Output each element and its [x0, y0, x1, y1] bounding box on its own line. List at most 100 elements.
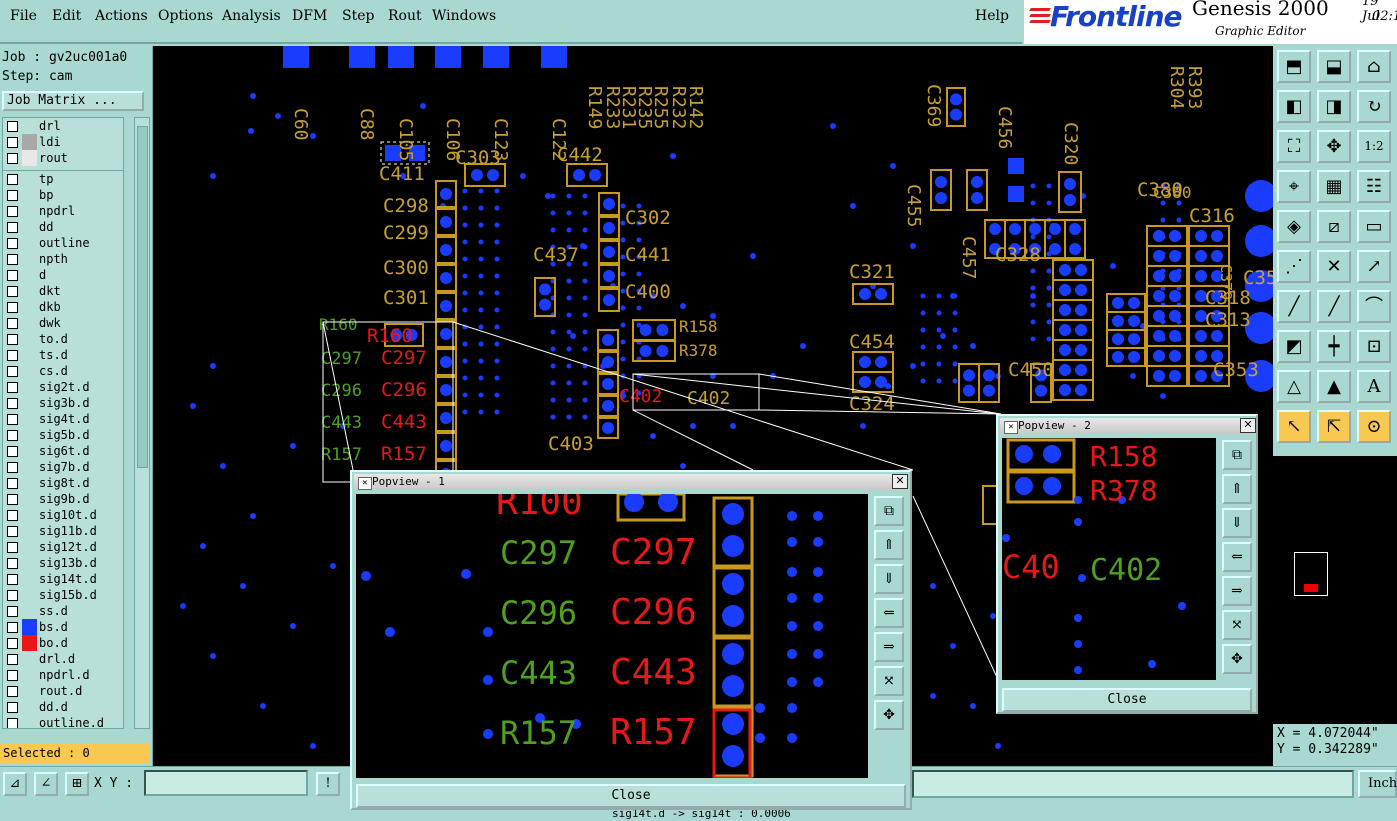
layer-checkbox[interactable] [7, 590, 18, 601]
layer-checkbox[interactable] [7, 254, 18, 265]
layer-row[interactable]: ts.d [3, 347, 123, 363]
grid-icon[interactable]: ▦ [1317, 170, 1351, 203]
layer-row[interactable]: sig2t.d [3, 379, 123, 395]
layer-row[interactable]: sig3b.d [3, 395, 123, 411]
layer-row[interactable]: dd.d [3, 699, 123, 715]
window-menu-icon[interactable]: ✕ [1004, 421, 1018, 434]
layer-row[interactable]: sig6t.d [3, 443, 123, 459]
box-icon[interactable]: ⊡ [1357, 330, 1391, 363]
layer-checkbox[interactable] [7, 382, 18, 393]
layer-color-swatch[interactable] [22, 667, 37, 683]
popview-2-titlebar[interactable]: ✕ Popview - 2 [1000, 418, 1254, 434]
layer-row[interactable]: d [3, 267, 123, 283]
slash-icon[interactable]: ⧄ [1317, 210, 1351, 243]
layer-checkbox[interactable] [7, 222, 18, 233]
layer-checkbox[interactable] [7, 558, 18, 569]
layer-row[interactable]: sig9b.d [3, 491, 123, 507]
layer-color-swatch[interactable] [22, 587, 37, 603]
zoom-center-icon[interactable]: ✥ [1222, 644, 1252, 674]
pan-left-icon[interactable]: ⇐ [874, 598, 904, 628]
popview-1-close-icon[interactable]: ✕ [892, 474, 908, 489]
layer-color-swatch[interactable] [22, 427, 37, 443]
node-icon[interactable]: ◩ [1277, 330, 1311, 363]
layer-color-swatch[interactable] [22, 683, 37, 699]
layer-row[interactable]: sig10t.d [3, 507, 123, 523]
layer-row[interactable]: sig12t.d [3, 539, 123, 555]
menu-actions[interactable]: Actions [95, 8, 148, 24]
arc-icon[interactable]: ↗ [1357, 250, 1391, 283]
triangle-a-icon[interactable]: A [1357, 370, 1391, 403]
snap-icon[interactable]: ⊿ [3, 772, 27, 796]
left-icon[interactable]: ◧ [1277, 90, 1311, 123]
layer-row[interactable]: dwk [3, 315, 123, 331]
layer-checkbox[interactable] [7, 638, 18, 649]
angle-icon[interactable]: ∠ [34, 772, 58, 796]
units-button[interactable]: Inch [1358, 770, 1397, 798]
line-red-icon[interactable]: ╱ [1277, 290, 1311, 323]
layer-color-swatch[interactable] [22, 571, 37, 587]
popview-2-pcb[interactable]: R158R378 C40 C402 [1002, 438, 1216, 680]
zoom-center-icon[interactable]: ✥ [874, 700, 904, 730]
layer-row[interactable]: outline [3, 235, 123, 251]
layer-checkbox[interactable] [7, 526, 18, 537]
curve-icon[interactable]: ⌒ [1357, 290, 1391, 323]
layer-checkbox[interactable] [7, 350, 18, 361]
layer-color-swatch[interactable] [22, 443, 37, 459]
layer-scrollbar[interactable] [134, 117, 150, 729]
layer-checkbox[interactable] [7, 334, 18, 345]
menu-file[interactable]: File [10, 8, 37, 24]
layer-color-swatch[interactable] [22, 379, 37, 395]
layer-checkbox[interactable] [7, 190, 18, 201]
pan-up-icon[interactable]: ⇑ [874, 530, 904, 560]
layer-row[interactable]: bo.d [3, 635, 123, 651]
house-icon[interactable]: ⌂ [1357, 50, 1391, 83]
layer-checkbox[interactable] [7, 670, 18, 681]
layer-color-swatch[interactable] [22, 118, 37, 134]
layer-row[interactable]: drl.d [3, 651, 123, 667]
layer-checkbox[interactable] [7, 606, 18, 617]
layer-color-swatch[interactable] [22, 619, 37, 635]
layer-row[interactable]: ss.d [3, 603, 123, 619]
message-field[interactable] [912, 770, 1354, 798]
layer-checkbox[interactable] [7, 494, 18, 505]
layer-color-swatch[interactable] [22, 411, 37, 427]
right-icon[interactable]: ◨ [1317, 90, 1351, 123]
menu-analysis[interactable]: Analysis [222, 8, 281, 24]
layer-color-swatch[interactable] [22, 651, 37, 667]
job-matrix-button[interactable]: Job Matrix ... [2, 91, 144, 111]
layer-checkbox[interactable] [7, 430, 18, 441]
layer-color-swatch[interactable] [22, 267, 37, 283]
layer-color-swatch[interactable] [22, 283, 37, 299]
layer-checkbox[interactable] [7, 542, 18, 553]
layer-row[interactable]: sig4t.d [3, 411, 123, 427]
layer-row[interactable]: rout [3, 150, 123, 166]
layer-color-swatch[interactable] [22, 299, 37, 315]
layer-row[interactable]: rout.d [3, 683, 123, 699]
cross-icon[interactable]: ✕ [1317, 250, 1351, 283]
menu-step[interactable]: Step [342, 8, 374, 24]
layer-color-swatch[interactable] [22, 315, 37, 331]
pan-down-icon[interactable]: ⇓ [874, 564, 904, 594]
layer-row[interactable]: dd [3, 219, 123, 235]
layer-checkbox[interactable] [7, 446, 18, 457]
layer-color-swatch[interactable] [22, 507, 37, 523]
layer-checkbox[interactable] [7, 174, 18, 185]
layer-row[interactable]: sig13b.d [3, 555, 123, 571]
home-down-icon[interactable]: ⬓ [1317, 50, 1351, 83]
layer-row[interactable]: bs.d [3, 619, 123, 635]
layer-checkbox[interactable] [7, 414, 18, 425]
zoom-window-icon[interactable]: ⧉ [1222, 440, 1252, 470]
layer-checkbox[interactable] [7, 686, 18, 697]
layer-color-swatch[interactable] [22, 603, 37, 619]
popview-1-pcb[interactable]: R100 C297 C296 C443 R157 C297 C296 C443 R157 [356, 494, 868, 778]
layer-row[interactable]: dkb [3, 299, 123, 315]
scale-icon[interactable]: 1:2 [1357, 130, 1391, 163]
layer-checkbox[interactable] [7, 718, 18, 728]
layer-color-swatch[interactable] [22, 363, 37, 379]
overview-map[interactable] [1273, 456, 1397, 724]
layer-color-swatch[interactable] [22, 203, 37, 219]
popview-1-close-button[interactable]: Close [356, 784, 906, 808]
grid-icon[interactable]: ⊞ [65, 772, 89, 796]
layer-checkbox[interactable] [7, 366, 18, 377]
layer-color-swatch[interactable] [22, 635, 37, 651]
